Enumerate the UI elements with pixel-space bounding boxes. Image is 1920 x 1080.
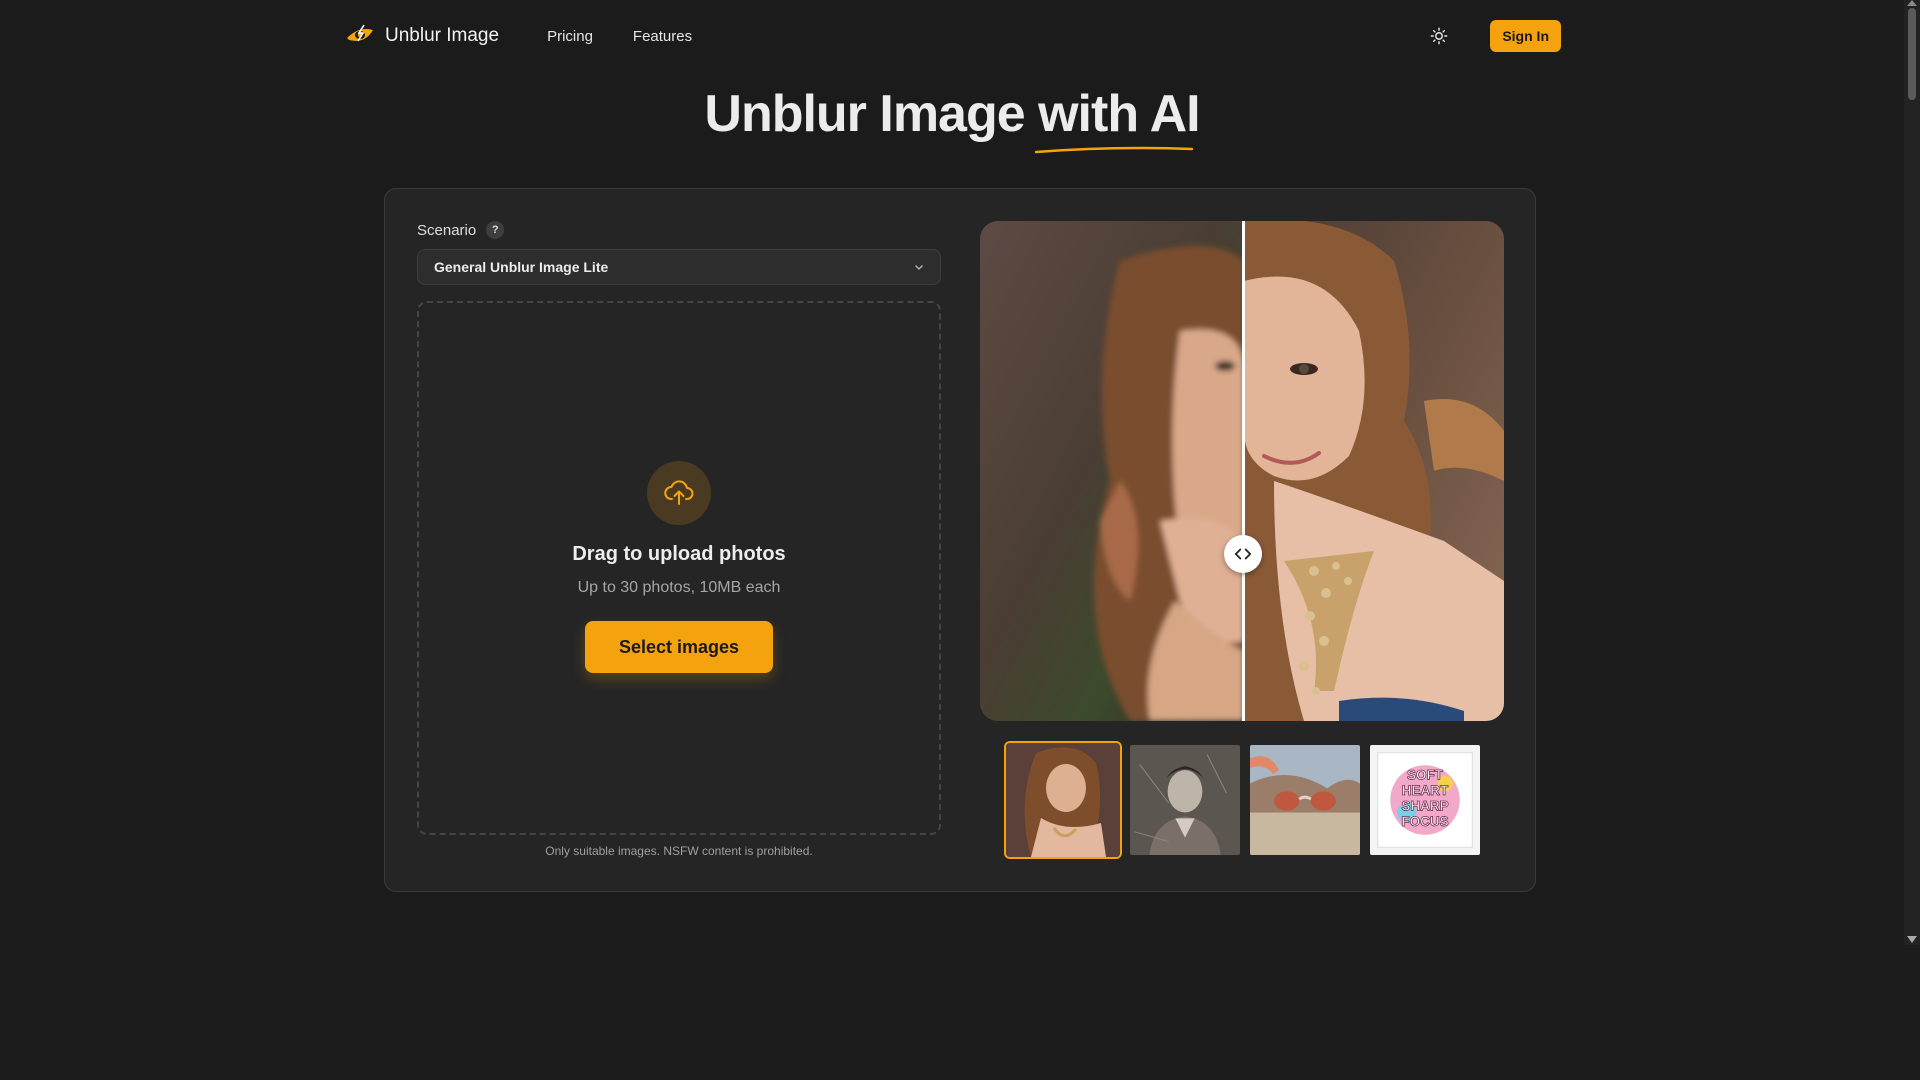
main-nav: Pricing Features <box>547 28 692 45</box>
sample-thumb-text-art[interactable]: SOFT HEART SHARP FOCUS <box>1368 743 1482 857</box>
scenario-label: Scenario ? <box>417 221 505 239</box>
upload-limits: Up to 30 photos, 10MB each <box>577 579 781 596</box>
page-footer-area <box>0 945 1920 1080</box>
nsfw-note: Only suitable images. NSFW content is pr… <box>545 844 813 858</box>
scroll-thumb[interactable] <box>1908 8 1916 100</box>
compare-slider-handle-icon[interactable] <box>1224 535 1262 573</box>
thumb-art-word: SOFT <box>1407 768 1444 783</box>
sun-icon[interactable] <box>1428 25 1450 47</box>
scenario-select-value: General Unblur Image Lite <box>434 259 609 275</box>
nav-features[interactable]: Features <box>633 28 692 45</box>
upload-title: Drag to upload photos <box>572 543 786 565</box>
eye-lightning-logo-icon <box>345 24 375 48</box>
page-title: Unblur Image with AI <box>704 84 1201 154</box>
select-images-button[interactable]: Select images <box>585 621 773 673</box>
title-accent-text: with AI <box>1038 85 1200 143</box>
before-after-preview[interactable] <box>980 221 1504 721</box>
underline-decoration <box>1034 146 1194 154</box>
hero: Unblur Image with AI <box>0 84 1904 154</box>
logo-link[interactable]: Unblur Image <box>345 24 499 48</box>
scroll-up-arrow[interactable] <box>1907 0 1917 6</box>
sign-in-button[interactable]: Sign In <box>1490 20 1561 52</box>
thumb-art-word: SHARP <box>1401 799 1448 814</box>
scenario-label-text: Scenario <box>417 221 477 239</box>
comparison-divider[interactable] <box>1242 221 1245 721</box>
thumb-art-word: HEART <box>1402 783 1449 798</box>
scroll-down-arrow[interactable] <box>1907 936 1917 943</box>
sample-thumbnails: SOFT HEART SHARP FOCUS <box>1004 741 1482 859</box>
header-actions: Sign In <box>1428 20 1561 52</box>
sample-thumb-sunglasses[interactable] <box>1248 743 1362 857</box>
thumb-art-word: FOCUS <box>1401 814 1448 829</box>
title-main: Unblur Image <box>704 85 1039 143</box>
sharpened-after-image <box>1244 221 1504 721</box>
nav-pricing[interactable]: Pricing <box>547 28 593 45</box>
help-icon[interactable]: ? <box>486 221 505 239</box>
upload-dropzone[interactable]: Drag to upload photos Up to 30 photos, 1… <box>417 301 941 835</box>
vertical-scrollbar[interactable] <box>1904 0 1920 945</box>
top-nav: Unblur Image Pricing Features Sign In <box>345 18 1561 54</box>
unblur-tool-card: Scenario ? General Unblur Image Lite Dra… <box>384 188 1536 892</box>
title-accent: with AI <box>1034 84 1201 154</box>
scenario-select[interactable]: General Unblur Image Lite <box>417 249 941 285</box>
chevron-down-icon <box>915 265 923 270</box>
cloud-upload-icon <box>647 461 711 525</box>
sample-thumb-portrait[interactable] <box>1004 741 1122 859</box>
blurred-before-image <box>980 221 1244 721</box>
brand-name: Unblur Image <box>385 25 500 46</box>
sample-thumb-old-photo[interactable] <box>1128 743 1242 857</box>
